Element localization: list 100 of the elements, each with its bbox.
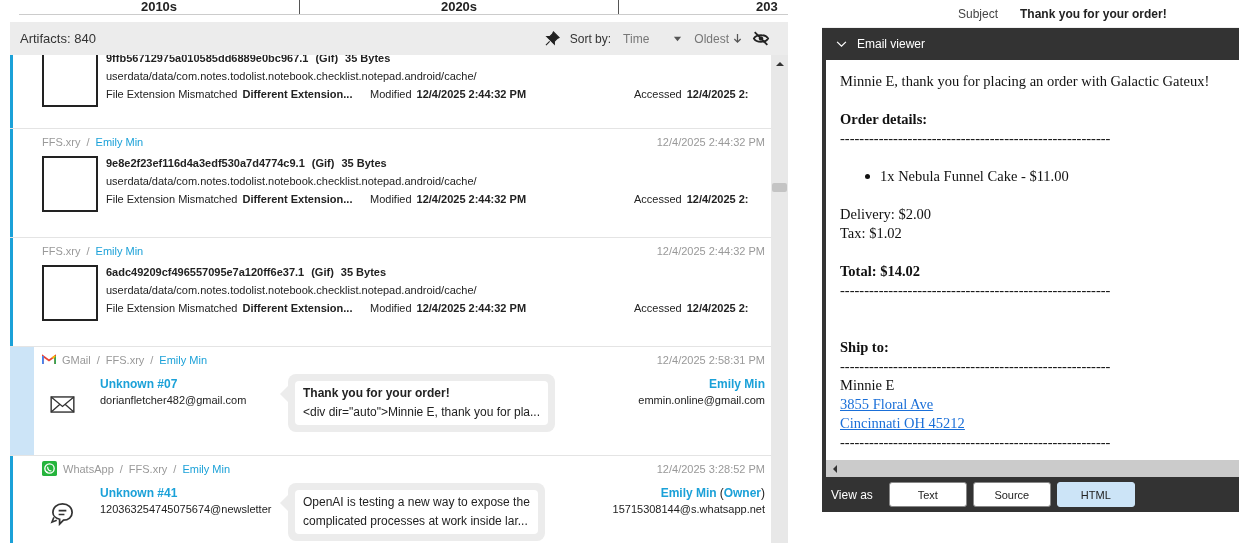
- meta-value: 12/4/2025 2:44:32 PM: [416, 193, 527, 205]
- file-path: userdata/data/com.notes.todolist.notebook.checklist.notepad.android/cache/: [106, 69, 478, 84]
- meta-label: Accessed: [634, 88, 682, 100]
- email-heading: Ship to:: [840, 338, 890, 357]
- email-text: Delivery: $2.00: [840, 205, 932, 224]
- dashed-rule: --------------------------------------------------------: [840, 129, 1112, 148]
- arrow-down-icon: [733, 33, 742, 44]
- owner-link[interactable]: Emily Min: [95, 244, 144, 257]
- email-heading: Total: $14.02: [840, 262, 922, 281]
- file-name: 9e8e2f23ef116d4a3edf530a7d4774c9.1: [106, 157, 305, 169]
- email-text: Minnie E: [840, 376, 896, 395]
- meta-value: 12/4/2025 2:44:32 PM: [416, 88, 527, 100]
- recipient-name[interactable]: Emily Min: [660, 486, 717, 500]
- bracket: ): [761, 486, 765, 500]
- file-type: (Gif): [311, 266, 334, 278]
- address-link[interactable]: Cincinnati OH 45212: [840, 415, 965, 431]
- breadcrumb-separator: /: [119, 462, 123, 475]
- file-name: 6adc49209cf496557095e7a120ff6e37.1: [106, 266, 305, 278]
- breadcrumb-item: WhatsApp: [63, 462, 114, 475]
- owner-link[interactable]: Emily Min: [159, 353, 208, 366]
- scrollbar[interactable]: [822, 460, 1239, 477]
- subject-value: Thank you for your order!: [1020, 6, 1167, 21]
- view-as-label: View as: [831, 487, 873, 502]
- meta-label: Accessed: [634, 193, 682, 205]
- owner-link[interactable]: Emily Min: [182, 462, 231, 475]
- breadcrumb-separator: /: [86, 135, 90, 148]
- file-size: 35 Bytes: [341, 157, 387, 169]
- meta-label: Modified: [370, 193, 412, 205]
- timestamp: 12/4/2025 2:44:32 PM: [656, 244, 765, 257]
- dashed-rule: --------------------------------------------------------: [840, 433, 1112, 452]
- view-mode-button[interactable]: Text: [888, 482, 967, 507]
- dashed-rule: --------------------------------------------------------: [840, 357, 1112, 376]
- address-link[interactable]: 3855 Floral Ave: [840, 396, 934, 412]
- meta-value: Different Extension...: [242, 302, 353, 314]
- meta-value: 12/4/2025 2:: [686, 88, 749, 100]
- breadcrumb-separator: /: [86, 244, 90, 257]
- view-mode-button[interactable]: Source: [972, 482, 1051, 507]
- meta-value: Different Extension...: [242, 88, 353, 100]
- file-path: userdata/data/com.notes.todolist.notebook.checklist.notepad.android/cache/: [106, 174, 478, 189]
- decade-label: 2010s: [140, 0, 178, 14]
- scrollbar[interactable]: [771, 55, 788, 543]
- dashed-rule: --------------------------------------------------------: [840, 281, 1112, 300]
- artifact-row[interactable]: [10, 129, 771, 238]
- file-name: 9ffb56712975a010585dd6889e0bc967.1: [106, 55, 309, 64]
- file-path: userdata/data/com.notes.todolist.notebook.checklist.notepad.android/cache/: [106, 283, 478, 298]
- caret-icon: [673, 34, 683, 43]
- file-type: (Gif): [311, 157, 335, 169]
- breadcrumb-item: GMail: [62, 353, 91, 366]
- recipient-name[interactable]: Emily Min: [709, 377, 765, 391]
- chat-logo-icon: [42, 461, 57, 476]
- breadcrumb-separator: /: [173, 462, 177, 475]
- breadcrumb-item: FFS.xry: [105, 353, 145, 366]
- bullet-icon: [865, 174, 870, 179]
- artifact-row[interactable]: GMail / FFS.xry / Emily Min 12/4/2025 2:58:31 PM Unknown #07 dorianfletcher482@gmail.com Thank you for your order! <div dir="auto">Minnie E, thank you for pla... Emily Min emmin.online@gmail.com: [10, 347, 771, 456]
- panel-title: Email viewer: [857, 37, 925, 51]
- artifact-row[interactable]: [10, 55, 771, 129]
- artifact-count: Artifacts: 840: [20, 31, 96, 46]
- email-text: Tax: $1.02: [840, 224, 903, 243]
- email-text: Minnie E, thank you for placing an order with Galactic Gateux!: [840, 72, 1211, 91]
- artifact-row[interactable]: [10, 238, 771, 347]
- recipient-address: emmin.online@gmail.com: [638, 394, 765, 406]
- meta-label: Modified: [370, 88, 412, 100]
- meta-label: File Extension Mismatched: [106, 193, 238, 205]
- owner-link[interactable]: Emily Min: [95, 135, 144, 148]
- bracket: (: [719, 486, 724, 500]
- decade-label: 2020s: [440, 0, 478, 14]
- list-item: 1x Nebula Funnel Cake - $11.00: [880, 167, 1069, 186]
- file-size: 35 Bytes: [345, 55, 391, 64]
- chat-icon: [49, 500, 75, 526]
- scroll-thumb[interactable]: [772, 183, 787, 192]
- message-preview: OpenAI is testing a new way to expose the: [303, 494, 530, 511]
- sender-name[interactable]: Unknown #07: [100, 377, 280, 391]
- hidden-eye-icon[interactable]: [752, 31, 770, 46]
- chevron-down-icon[interactable]: [836, 40, 847, 48]
- meta-value: 12/4/2025 2:: [686, 193, 749, 205]
- timestamp: 12/4/2025 2:58:31 PM: [656, 353, 765, 366]
- decade-label: 203: [756, 0, 778, 14]
- recipient-address: 15715308144@s.whatsapp.net: [612, 503, 765, 515]
- view-mode-button[interactable]: HTML: [1056, 482, 1135, 507]
- breadcrumb-item: FFS.xry: [42, 244, 81, 257]
- sort-order-button[interactable]: Oldest: [692, 31, 744, 46]
- thumbnail: [42, 55, 98, 107]
- breadcrumb-item: FFS.xry: [128, 462, 168, 475]
- pin-icon[interactable]: [544, 31, 560, 46]
- timestamp: 12/4/2025 2:44:32 PM: [656, 135, 765, 148]
- message-preview: <div dir="auto">Minnie E, thank you for pla...: [303, 404, 540, 421]
- meta-label: File Extension Mismatched: [106, 302, 238, 314]
- meta-value: 12/4/2025 2:44:32 PM: [416, 302, 527, 314]
- breadcrumb-separator: /: [150, 353, 154, 366]
- timestamp: 12/4/2025 3:28:52 PM: [656, 462, 765, 475]
- file-type: (Gif): [315, 55, 339, 64]
- sender-name[interactable]: Unknown #41: [100, 486, 280, 500]
- breadcrumb-separator: /: [96, 353, 100, 366]
- breadcrumb-item: FFS.xry: [42, 135, 81, 148]
- envelope-icon: [49, 395, 75, 413]
- meta-label: File Extension Mismatched: [106, 88, 238, 100]
- role-label: Owner: [723, 486, 761, 500]
- sort-field-dropdown[interactable]: Time: [621, 31, 685, 46]
- scroll-up-icon[interactable]: [774, 59, 785, 69]
- meta-label: Accessed: [634, 302, 682, 314]
